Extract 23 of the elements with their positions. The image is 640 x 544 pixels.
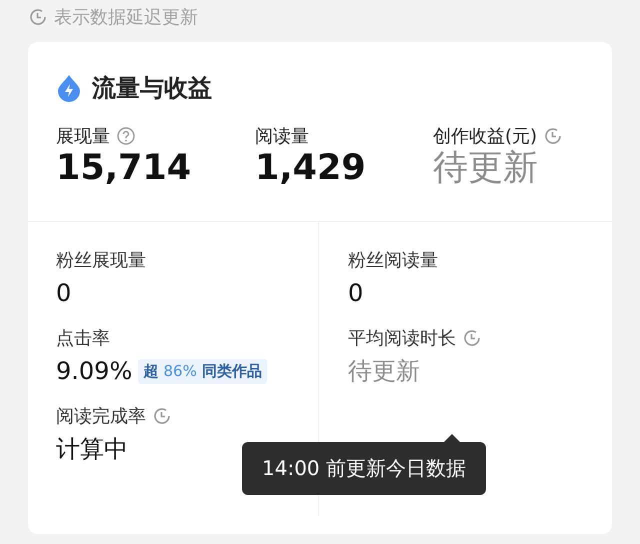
- help-icon[interactable]: [116, 126, 136, 146]
- metric-label: 阅读量: [255, 125, 309, 148]
- metric-value: 待更新: [348, 356, 420, 387]
- metric-label: 展现量: [56, 125, 110, 148]
- metric-value: 0: [56, 279, 72, 307]
- clock-icon: [28, 7, 48, 27]
- metric-value: 计算中: [56, 434, 128, 465]
- metric-label: 阅读完成率: [56, 405, 146, 428]
- card-title: 流量与收益: [92, 73, 212, 104]
- ranking-badge: 超 86% 同类作品: [138, 358, 268, 384]
- tooltip: 14:00 前更新今日数据: [242, 434, 486, 495]
- metric-value: 待更新: [433, 147, 538, 190]
- metric-value: 15,714: [56, 147, 192, 190]
- metric-value: 1,429: [255, 147, 366, 190]
- delay-notice: 表示数据延迟更新: [54, 6, 198, 29]
- metric-value: 9.09%: [56, 357, 132, 385]
- metric-label: 粉丝展现量: [56, 249, 146, 272]
- metric-label: 点击率: [56, 327, 110, 350]
- metric-label: 平均阅读时长: [348, 327, 456, 350]
- metric-label: 创作收益(元): [433, 125, 538, 148]
- lightning-drop-icon: [56, 74, 82, 102]
- metric-label: 粉丝阅读量: [348, 249, 438, 272]
- metric-value: 0: [348, 279, 364, 307]
